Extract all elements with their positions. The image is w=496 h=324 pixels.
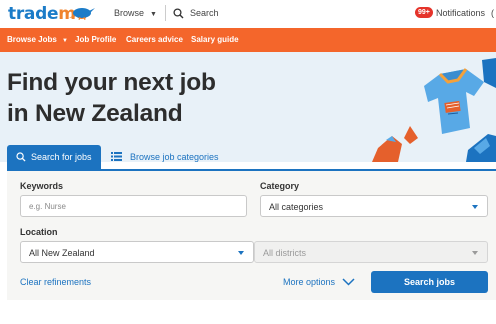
nav-divider	[165, 5, 166, 21]
more-options-toggle[interactable]: More options	[283, 277, 355, 287]
caret-down-icon: ▼	[62, 38, 68, 44]
top-navigation: trademe Browse ▼ Search 99+ Notifications…	[0, 0, 496, 27]
search-icon	[173, 8, 184, 19]
search-jobs-button[interactable]: Search jobs	[371, 271, 488, 293]
tab-search-label: Search for jobs	[31, 152, 92, 162]
subnav-salary-guide[interactable]: Salary guide	[191, 35, 239, 44]
category-select[interactable]: All categories	[260, 195, 488, 217]
tab-browse-categories[interactable]: Browse job categories	[111, 145, 251, 169]
subnav-careers-advice[interactable]: Careers advice	[126, 35, 183, 44]
page-title: Find your next job in New Zealand	[7, 67, 216, 129]
subnav-browse-jobs-label: Browse Jobs	[7, 35, 57, 44]
location-select[interactable]: All New Zealand	[20, 241, 254, 263]
title-line-2: in New Zealand	[7, 100, 183, 127]
location-label: Location	[20, 227, 58, 237]
district-value: All districts	[263, 248, 307, 258]
district-select[interactable]: All districts	[254, 241, 488, 263]
keywords-placeholder: e.g. Nurse	[29, 202, 66, 211]
jobs-subnav: Browse Jobs ▼ Job Profile Careers advice…	[0, 28, 496, 52]
dropdown-caret-icon	[238, 251, 244, 255]
job-search-form: Keywords e.g. Nurse Category All categor…	[7, 169, 496, 300]
notifications-link[interactable]: Notifications	[436, 8, 485, 18]
kiwi-bird-icon	[69, 8, 95, 20]
location-value: All New Zealand	[29, 248, 95, 258]
chevron-down-icon	[342, 278, 355, 286]
shirt-illustration-icon	[372, 58, 496, 162]
subnav-browse-jobs[interactable]: Browse Jobs ▼	[7, 35, 68, 44]
notification-count-badge: 99+	[415, 7, 433, 18]
dropdown-caret-icon	[472, 205, 478, 209]
clear-refinements-link[interactable]: Clear refinements	[20, 277, 91, 287]
browse-label: Browse	[114, 8, 145, 18]
search-label: Search	[190, 8, 219, 18]
truncated-nav-item: (	[491, 8, 494, 18]
dropdown-caret-icon	[472, 251, 478, 255]
keywords-label: Keywords	[20, 181, 64, 191]
list-icon	[111, 152, 122, 161]
title-line-1: Find your next job	[7, 69, 216, 96]
top-search-link[interactable]: Search	[173, 6, 233, 21]
search-icon	[16, 152, 26, 162]
category-value: All categories	[269, 202, 324, 212]
category-label: Category	[260, 181, 300, 191]
tab-browse-label: Browse job categories	[130, 152, 219, 162]
logo-trade-text: trade	[8, 4, 59, 24]
keywords-input[interactable]: e.g. Nurse	[20, 195, 247, 217]
tab-search-for-jobs[interactable]: Search for jobs	[7, 145, 101, 169]
browse-menu[interactable]: Browse ▼	[114, 8, 157, 18]
more-options-label: More options	[283, 277, 336, 287]
caret-down-icon: ▼	[150, 11, 157, 18]
subnav-job-profile[interactable]: Job Profile	[75, 35, 116, 44]
